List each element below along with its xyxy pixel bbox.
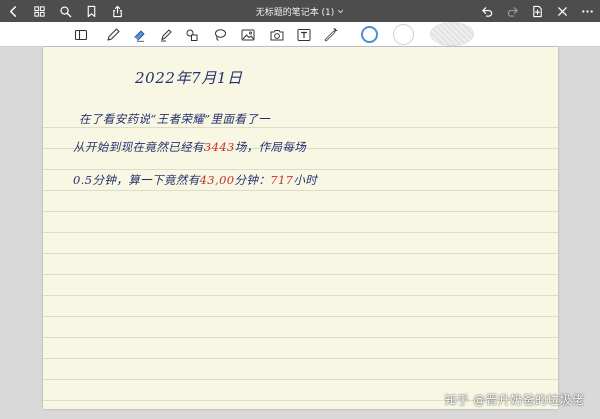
color-swatch-gray[interactable] [430, 22, 474, 46]
eraser-icon[interactable] [130, 26, 148, 44]
note-line-3-number-1: 43,00 [199, 173, 235, 187]
chevron-down-icon[interactable] [337, 8, 344, 15]
more-icon[interactable] [580, 4, 594, 18]
shapes-icon[interactable] [183, 26, 201, 44]
laser-pointer-icon[interactable] [322, 26, 340, 44]
bookmark-icon[interactable] [84, 4, 98, 18]
pen-icon[interactable] [104, 26, 122, 44]
lasso-icon[interactable] [211, 26, 229, 44]
chevron-left-icon[interactable] [6, 4, 20, 18]
nav-right-group [480, 0, 594, 22]
share-icon[interactable] [110, 4, 124, 18]
camera-icon[interactable] [268, 26, 286, 44]
color-swatch-white[interactable] [393, 24, 414, 45]
watermark: 知乎 @晋升奶爸的垃圾佬 [444, 393, 584, 407]
note-line-2-text-a: 从开始到现在竟然已经有 [73, 140, 204, 154]
redo-icon[interactable] [505, 4, 519, 18]
note-line-2-number: 3443 [203, 140, 235, 154]
undo-icon[interactable] [480, 4, 494, 18]
close-icon[interactable] [555, 4, 569, 18]
note-line-3-text-c: 小时 [293, 173, 318, 187]
add-page-icon[interactable] [530, 4, 544, 18]
grid-icon[interactable] [32, 4, 46, 18]
notebook-page[interactable]: 2022年7月1日 在了看安药说“王者荣耀”里面看了一 从开始到现在竟然已经有3… [43, 47, 558, 409]
top-nav-bar: 无标题的笔记本 (1) [0, 0, 600, 22]
note-line-3: 0.5分钟，算一下竟然有43,00分钟：717小时 [73, 172, 317, 188]
image-icon[interactable] [239, 26, 257, 44]
note-line-3-text-a: 0.5分钟，算一下竟然有 [73, 173, 200, 187]
note-line-1: 在了看安药说“王者荣耀”里面看了一 [79, 112, 271, 126]
note-line-2: 从开始到现在竟然已经有3443场，作局每场 [73, 139, 306, 155]
note-line-2-text-b: 场，作局每场 [234, 140, 307, 154]
note-line-3-text-b: 分钟： [234, 173, 271, 187]
drawing-toolbar [0, 22, 600, 47]
notebook-title[interactable]: 无标题的笔记本 (1) [256, 5, 335, 18]
highlighter-icon[interactable] [157, 26, 175, 44]
color-swatch-blue[interactable] [361, 26, 378, 43]
search-icon[interactable] [58, 4, 72, 18]
nav-left-group [6, 0, 124, 22]
lasso-panel-icon[interactable] [72, 26, 90, 44]
text-box-icon[interactable] [295, 26, 313, 44]
note-date: 2022年7月1日 [135, 69, 243, 87]
note-line-3-number-2: 717 [270, 173, 294, 187]
